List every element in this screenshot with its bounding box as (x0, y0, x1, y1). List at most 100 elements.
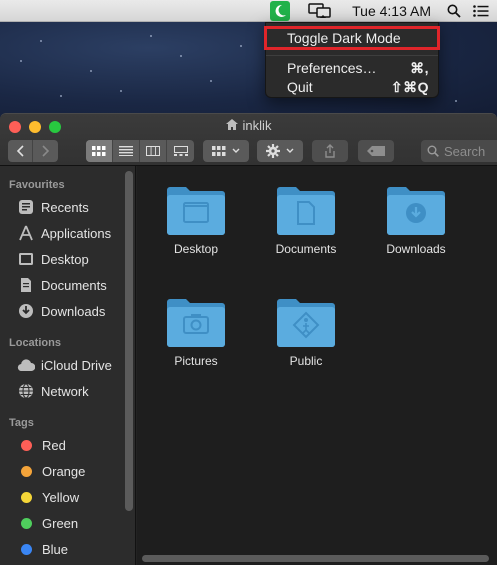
sidebar-tag-yellow[interactable]: Yellow (17, 486, 79, 508)
sidebar-item-desktop[interactable]: Desktop (17, 248, 89, 270)
sidebar-item-applications[interactable]: Applications (17, 222, 111, 244)
folder-label: Desktop (173, 242, 219, 256)
share-icon (325, 144, 335, 158)
menubar-clock[interactable]: Tue 4:13 AM (338, 0, 441, 22)
finder-window: inklik Search Favourites Recents Applica… (0, 113, 497, 565)
pictures-folder-icon (167, 299, 225, 347)
sidebar-item-icloud-drive[interactable]: iCloud Drive (17, 354, 112, 376)
notification-center-icon[interactable] (467, 0, 497, 22)
grid-icon (212, 146, 226, 156)
sidebar-item-documents[interactable]: Documents (17, 274, 107, 296)
chevron-down-icon (286, 148, 294, 153)
back-button[interactable] (8, 140, 33, 162)
navigation-buttons (8, 140, 58, 162)
sidebar-item-label: Downloads (41, 303, 106, 319)
share-button[interactable] (312, 140, 348, 162)
tag-color-dot (21, 491, 32, 503)
menubar-app-item[interactable] (264, 0, 302, 22)
quit-menu-item[interactable]: Quit ⇧⌘Q (266, 77, 438, 97)
sidebar-item-recents[interactable]: Recents (17, 196, 89, 218)
window-title: inklik (0, 118, 497, 133)
sidebar-item-label: Network (41, 383, 89, 399)
search-input[interactable] (444, 143, 497, 159)
gallery-view-button[interactable] (167, 140, 194, 162)
icon-view-button[interactable] (86, 140, 113, 162)
forward-button[interactable] (33, 140, 58, 162)
folder-pictures[interactable]: Pictures (146, 296, 246, 396)
sidebar-tag-orange[interactable]: Orange (17, 460, 85, 482)
document-icon (17, 276, 35, 294)
sidebar-item-network[interactable]: Network (17, 380, 89, 402)
folder-public[interactable]: Public (256, 296, 356, 396)
tag-color-dot (21, 543, 32, 555)
gear-icon (266, 144, 280, 158)
group-by-button[interactable] (203, 140, 249, 162)
tag-icon (367, 146, 385, 156)
menu-item-label: Toggle Dark Mode (287, 30, 401, 46)
tag-color-dot (21, 517, 32, 529)
moon-icon[interactable] (270, 0, 291, 21)
screen-mirroring-icon[interactable] (302, 0, 338, 22)
content-horizontal-scrollbar[interactable] (142, 555, 489, 562)
menu-item-label: Quit (287, 79, 313, 95)
home-icon (225, 118, 238, 133)
desktop-folder-icon (167, 187, 225, 235)
downloads-folder-icon (387, 187, 445, 235)
column-view-button[interactable] (140, 140, 167, 162)
locations-heading: Locations (9, 337, 61, 349)
favourites-heading: Favourites (9, 179, 65, 191)
sidebar-item-label: Red (42, 437, 66, 453)
documents-folder-icon (277, 187, 335, 235)
menu-item-shortcut: ⇧⌘Q (390, 78, 429, 95)
tags-heading: Tags (9, 417, 34, 429)
sidebar-scrollbar[interactable] (125, 171, 133, 511)
window-titlebar: inklik (0, 114, 497, 166)
public-folder-icon (277, 299, 335, 347)
chevron-down-icon (232, 148, 240, 153)
desktop-icon (17, 250, 35, 268)
sidebar-tag-red[interactable]: Red (17, 434, 66, 456)
sidebar-item-downloads[interactable]: Downloads (17, 300, 105, 322)
sidebar-tag-blue[interactable]: Blue (17, 538, 68, 560)
folder-desktop[interactable]: Desktop (146, 184, 246, 284)
folder-downloads[interactable]: Downloads (366, 184, 466, 284)
preferences-menu-item[interactable]: Preferences… ⌘, (266, 58, 438, 78)
list-view-button[interactable] (113, 140, 140, 162)
cloud-icon (17, 356, 35, 374)
action-menu-button[interactable] (257, 140, 303, 162)
sidebar-item-label: Recents (41, 199, 89, 215)
sidebar-item-label: Desktop (41, 251, 89, 267)
edit-tags-button[interactable] (358, 140, 394, 162)
sidebar-item-label: Yellow (42, 489, 80, 505)
menu-item-shortcut: ⌘, (410, 59, 429, 76)
sidebar-tag-green[interactable]: Green (17, 512, 78, 534)
toggle-dark-mode-menu-item[interactable]: Toggle Dark Mode (264, 26, 440, 50)
sidebar-item-label: Green (42, 515, 79, 531)
globe-icon (17, 382, 35, 400)
folder-documents[interactable]: Documents (256, 184, 356, 284)
folder-label: Downloads (386, 242, 446, 256)
menu-bar: Tue 4:13 AM (0, 0, 497, 22)
search-icon (427, 145, 439, 157)
sidebar-item-label: Documents (41, 277, 107, 293)
spotlight-search-icon[interactable] (441, 0, 467, 22)
tag-color-dot (21, 465, 32, 477)
view-mode-segmented-control (86, 140, 194, 162)
folder-label: Public (289, 354, 323, 368)
sidebar: Favourites Recents Applications Desktop … (0, 166, 136, 565)
search-field[interactable] (421, 140, 497, 162)
menu-separator (266, 55, 438, 56)
sidebar-item-label: Applications (41, 225, 112, 241)
folder-label: Documents (275, 242, 337, 256)
sidebar-item-label: Blue (42, 541, 69, 557)
window-title-text: inklik (242, 118, 272, 133)
download-icon (17, 302, 35, 320)
applications-icon (17, 224, 35, 242)
sidebar-item-label: iCloud Drive (41, 357, 112, 373)
tag-color-dot (21, 439, 32, 451)
menu-item-label: Preferences… (287, 60, 377, 76)
file-browser-content: Desktop Documents Downloads Pictures Pub… (137, 166, 497, 565)
folder-label: Pictures (174, 354, 218, 368)
sidebar-item-label: Orange (42, 463, 86, 479)
app-dropdown-menu: Toggle Dark Mode Preferences… ⌘, Quit ⇧⌘… (264, 22, 440, 98)
